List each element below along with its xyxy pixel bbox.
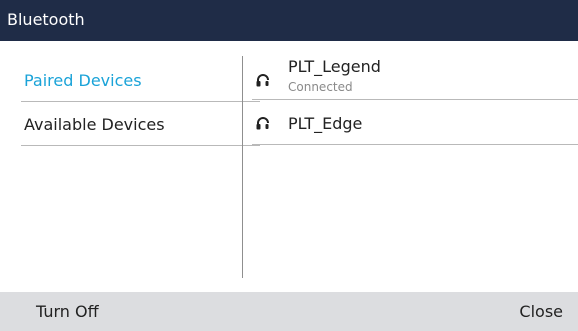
title-bar: Bluetooth <box>0 0 578 41</box>
sidebar-item-available-devices[interactable]: Available Devices <box>21 101 260 146</box>
sidebar-item-label: Paired Devices <box>24 71 142 90</box>
headset-icon <box>255 72 271 88</box>
device-item-plt-edge[interactable]: PLT_Edge <box>252 100 578 145</box>
sidebar-item-label: Available Devices <box>24 115 165 134</box>
pane-divider <box>242 56 243 278</box>
page-title: Bluetooth <box>7 10 85 29</box>
sidebar-item-paired-devices[interactable]: Paired Devices <box>21 57 260 102</box>
softkey-bar: Turn Off Close <box>0 292 578 331</box>
device-item-plt-legend[interactable]: PLT_Legend Connected <box>252 52 578 100</box>
device-name: PLT_Legend <box>288 57 381 76</box>
turn-off-button[interactable]: Turn Off <box>36 302 99 321</box>
device-name: PLT_Edge <box>288 114 363 133</box>
device-status: Connected <box>288 80 353 94</box>
close-button[interactable]: Close <box>519 302 563 321</box>
headset-icon <box>255 115 271 131</box>
bluetooth-screen: Bluetooth Paired Devices Available Devic… <box>0 0 578 331</box>
